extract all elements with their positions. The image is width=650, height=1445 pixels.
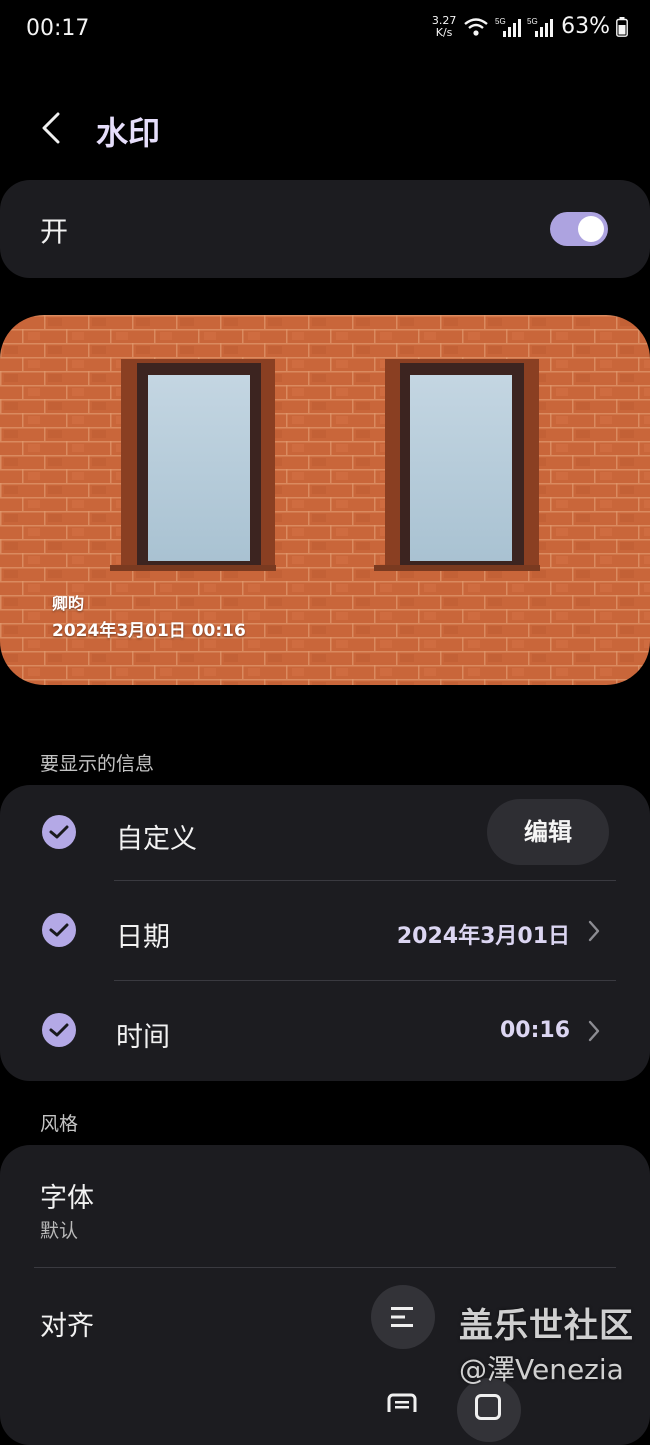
option-label-custom: 自定义	[116, 824, 197, 855]
signal-5g-icon: 5G	[495, 17, 522, 37]
divider	[114, 980, 616, 981]
option-label-date: 日期	[116, 922, 170, 953]
section-label-style: 风格	[40, 1113, 79, 1135]
user-watermark: @澤Venezia	[459, 1353, 624, 1386]
divider	[114, 880, 616, 881]
checkbox-checked-icon[interactable]	[42, 1013, 76, 1047]
wifi-icon	[464, 17, 488, 36]
option-row-date[interactable]: 日期 2024年3月01日	[0, 882, 650, 980]
watermark-name-text: 卿昀	[52, 594, 85, 613]
style-options-card	[0, 1145, 650, 1445]
svg-text:5G: 5G	[527, 17, 538, 26]
battery-icon	[616, 16, 628, 37]
forum-watermark: 盖乐世社区	[459, 1306, 634, 1346]
option-row-time[interactable]: 时间 00:16	[0, 982, 650, 1080]
app-header: 水印	[0, 96, 650, 160]
battery-percent: 63%	[561, 14, 610, 39]
chevron-right-icon	[588, 920, 600, 942]
date-value: 2024年3月01日	[396, 924, 570, 949]
toggle-label: 开	[40, 215, 69, 248]
checkbox-checked-icon[interactable]	[42, 913, 76, 947]
square-icon	[475, 1394, 501, 1420]
signal-5g-icon: 5G	[527, 17, 554, 37]
watermark-datetime-text: 2024年3月01日 00:16	[52, 621, 246, 641]
document-icon[interactable]	[386, 1392, 418, 1412]
chevron-right-icon	[588, 1020, 600, 1042]
switch-knob	[578, 216, 604, 242]
option-label-time: 时间	[116, 1022, 170, 1053]
align-setting-label[interactable]: 对齐	[40, 1304, 94, 1343]
font-setting-value: 默认	[40, 1220, 79, 1242]
back-chevron-left-icon[interactable]	[34, 106, 74, 150]
status-bar: 00:17 3.27 K/s 5G 5G 63%	[0, 0, 650, 60]
menu-lines-icon	[391, 1307, 413, 1327]
checkbox-checked-icon[interactable]	[42, 815, 76, 849]
section-label-info: 要显示的信息	[40, 753, 155, 775]
svg-text:5G: 5G	[495, 17, 506, 26]
status-time: 00:17	[26, 16, 90, 41]
page-title: 水印	[96, 114, 161, 152]
network-speed: 3.27 K/s	[431, 13, 457, 39]
edit-custom-button[interactable]: 编辑	[487, 799, 609, 865]
floating-menu-button[interactable]	[371, 1285, 435, 1349]
time-value: 00:16	[499, 1018, 570, 1043]
status-indicators: 3.27 K/s 5G 5G 63%	[431, 14, 628, 39]
divider	[34, 1267, 616, 1268]
watermark-switch[interactable]	[550, 212, 608, 246]
font-setting-label[interactable]: 字体	[40, 1176, 94, 1215]
